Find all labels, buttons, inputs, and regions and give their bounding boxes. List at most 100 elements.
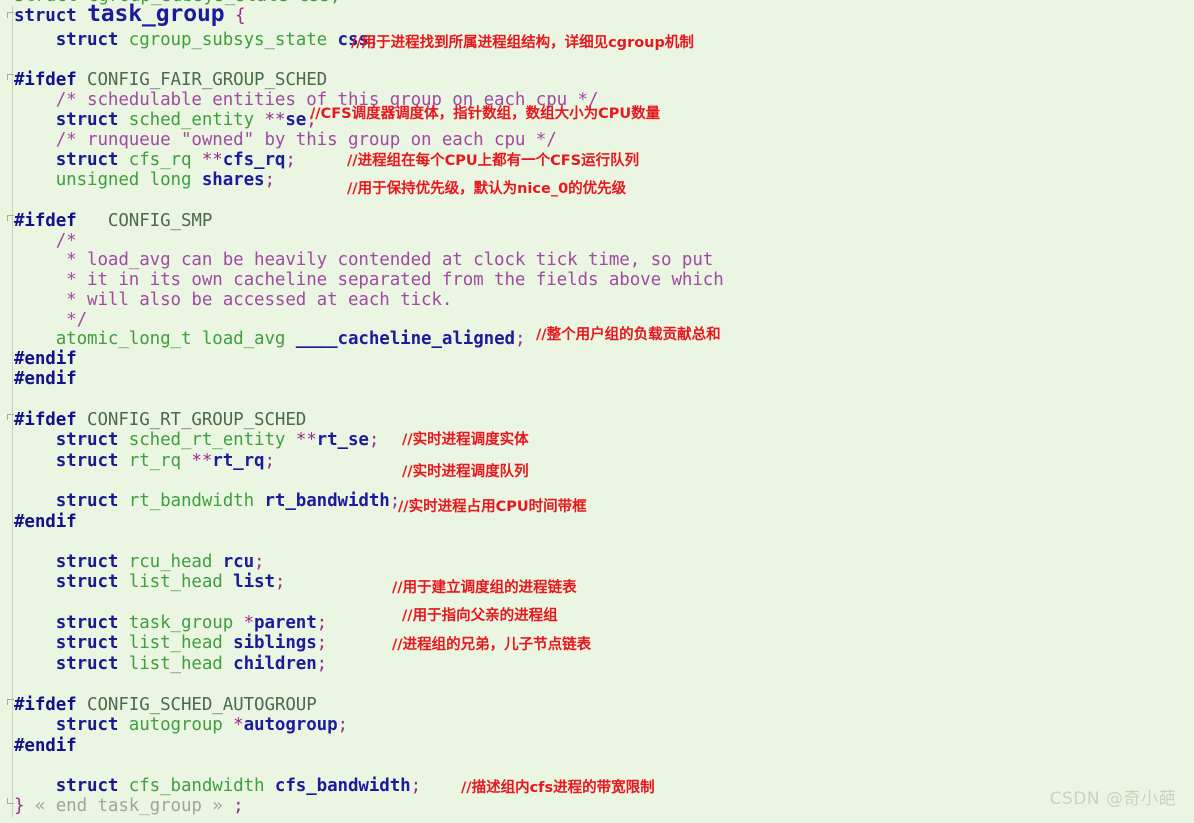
code-line[interactable]: /* (14, 231, 77, 251)
code-token: #ifdef (14, 410, 77, 430)
code-line[interactable]: #endif (14, 736, 77, 756)
code-token: */ (14, 310, 88, 330)
code-line[interactable]: struct list_head list; (14, 572, 286, 592)
code-token: CONFIG_SMP (76, 211, 213, 231)
code-token: * (233, 715, 244, 735)
code-annotation: //用于指向父亲的进程组 (402, 608, 558, 624)
code-line[interactable]: * it in its own cacheline separated from… (14, 270, 724, 290)
code-annotation: //用于保持优先级，默认为nice_0的优先级 (347, 181, 627, 197)
code-line[interactable]: struct rt_bandwidth rt_bandwidth; (14, 491, 401, 511)
code-line[interactable]: #endif (14, 369, 77, 389)
code-token: unsigned long (14, 170, 202, 190)
code-token: struct (14, 30, 129, 50)
code-annotation: //实时进程占用CPU时间带框 (398, 499, 587, 515)
code-token: ** (264, 110, 286, 130)
code-token: /* runqueue "owned" by this group on eac… (14, 130, 557, 150)
code-token: struct (14, 715, 129, 735)
code-token: cgroup_subsys_state (128, 30, 338, 50)
code-token: struct (14, 451, 129, 471)
code-token: #ifdef (14, 695, 77, 715)
code-annotation: //CFS调度器调度体，指针数组，数组大小为CPU数量 (310, 106, 661, 122)
code-token: autogroup (243, 715, 338, 735)
code-token: struct (14, 491, 129, 511)
code-token: rt_bandwidth (264, 491, 390, 511)
code-line[interactable]: #ifdef CONFIG_SMP (14, 211, 212, 231)
code-token: ; (316, 633, 328, 653)
code-token: CONFIG_FAIR_GROUP_SCHED (76, 70, 328, 90)
code-line[interactable]: struct list_head children; (14, 654, 327, 674)
code-token: * it in its own cacheline separated from… (14, 270, 724, 290)
code-token: struct (14, 633, 129, 653)
code-token: struct (14, 110, 129, 130)
code-annotation: //实时进程调度实体 (402, 432, 529, 448)
code-line[interactable]: struct task_group *parent; (14, 613, 327, 633)
code-token: ** (191, 451, 213, 471)
code-line[interactable]: struct rt_rq **rt_rq; (14, 451, 275, 471)
code-line[interactable]: #ifdef CONFIG_SCHED_AUTOGROUP (14, 695, 317, 715)
code-token: #endif (14, 369, 77, 389)
code-token: « end task_group » (34, 796, 223, 816)
code-token: struct (14, 613, 129, 633)
code-token: ; (410, 776, 422, 796)
code-annotation: //描述组内cfs进程的带宽限制 (461, 780, 655, 796)
code-line[interactable]: * will also be accessed at each tick. (14, 290, 452, 310)
code-line[interactable]: */ (14, 310, 87, 330)
code-line[interactable]: struct cfs_bandwidth cfs_bandwidth; (14, 776, 421, 796)
code-editor-surface[interactable]: struct task_group { struct cgroup_subsys… (0, 0, 1194, 823)
code-token: list (233, 572, 275, 592)
code-token: cfs_rq (128, 150, 202, 170)
code-token: ; (222, 796, 244, 816)
code-token: ; (285, 150, 296, 170)
code-line[interactable]: /* runqueue "owned" by this group on eac… (14, 130, 557, 150)
code-line[interactable]: unsigned long shares; (14, 170, 275, 190)
code-line[interactable]: struct autogroup *autogroup; (14, 715, 348, 735)
code-line[interactable]: struct list_head siblings; (14, 633, 327, 653)
code-line[interactable]: struct sched_rt_entity **rt_se; (14, 430, 380, 450)
code-token: cfs_rq (222, 150, 286, 170)
code-token: rt_se (316, 430, 369, 450)
code-token: ____cacheline_aligned (295, 329, 515, 349)
code-line[interactable]: atomic_long_t load_avg ____cacheline_ali… (14, 329, 526, 349)
code-token: autogroup (128, 715, 234, 735)
code-annotation: //整个用户组的负载贡献总和 (536, 327, 721, 343)
code-token: #endif (14, 736, 77, 756)
code-token: cfs_bandwidth (128, 776, 275, 796)
code-line[interactable]: #ifdef CONFIG_RT_GROUP_SCHED (14, 410, 306, 430)
code-line[interactable]: #endif (14, 512, 77, 532)
code-token: list_head (128, 633, 234, 653)
code-token: children (233, 654, 317, 674)
code-line[interactable]: struct cgroup_subsys_state css; (14, 30, 380, 50)
code-line[interactable]: struct task_group { (14, 1, 246, 27)
code-token: rt_bandwidth (128, 491, 265, 511)
code-token: se (285, 110, 307, 130)
code-token: struct (14, 572, 129, 592)
code-token: ** (201, 150, 223, 170)
code-line[interactable]: } « end task_group » ; (14, 796, 244, 816)
code-token: rt_rq (212, 451, 265, 471)
code-line[interactable]: #ifdef CONFIG_FAIR_GROUP_SCHED (14, 70, 327, 90)
code-line[interactable]: struct rcu_head rcu; (14, 552, 265, 572)
code-token: ; (316, 613, 328, 633)
code-token: { (224, 6, 246, 26)
code-token: #endif (14, 349, 77, 369)
code-annotation: //实时进程调度队列 (402, 464, 529, 480)
code-annotation: //进程组在每个CPU上都有一个CFS运行队列 (347, 153, 640, 169)
code-line[interactable]: * load_avg can be heavily contended at c… (14, 250, 713, 270)
code-token: list_head (128, 654, 234, 674)
code-line[interactable]: struct sched_entity **se; (14, 110, 317, 130)
code-token: task_group (87, 1, 225, 27)
code-token: ; (264, 170, 275, 190)
code-token: siblings (233, 633, 317, 653)
code-token: rcu (222, 552, 255, 572)
code-token: } (14, 796, 35, 816)
code-token: struct (14, 6, 88, 26)
code-annotation: //进程组的兄弟，儿子节点链表 (392, 637, 592, 653)
code-line[interactable]: #endif (14, 349, 77, 369)
code-token: struct (14, 430, 129, 450)
code-token: CONFIG_RT_GROUP_SCHED (76, 410, 307, 430)
code-line[interactable]: struct cfs_rq **cfs_rq; (14, 150, 296, 170)
code-token: * (243, 613, 255, 633)
code-token: cfs_bandwidth (274, 776, 411, 796)
code-token: rt_rq (128, 451, 192, 471)
code-token: struct (14, 150, 129, 170)
